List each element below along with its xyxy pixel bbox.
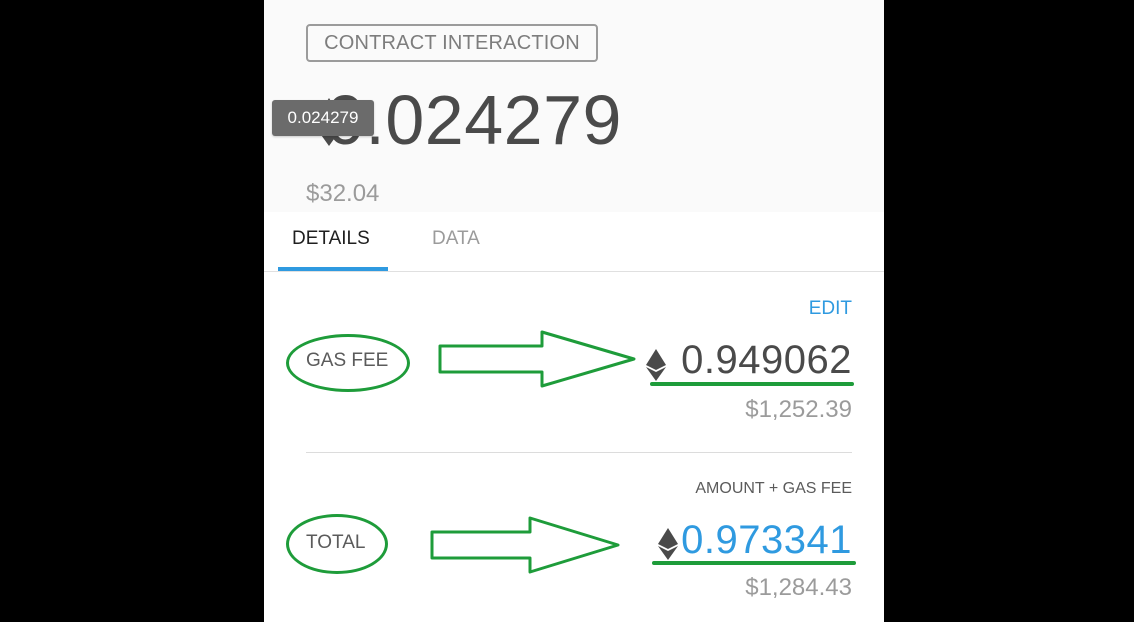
gas-fee-arrow (438, 330, 636, 388)
total-arrow (430, 516, 620, 574)
total-value: 0.973341 (681, 518, 852, 562)
total-label: TOTAL (306, 532, 366, 553)
tab-bar: DETAILS DATA (264, 212, 884, 272)
total-fiat: $1,284.43 (745, 574, 852, 601)
gas-fee-fiat: $1,252.39 (745, 396, 852, 423)
contract-interaction-badge: CONTRACT INTERACTION (306, 24, 598, 62)
gas-fee-value: 0.949062 (681, 338, 852, 382)
transaction-header: CONTRACT INTERACTION 0.024279 0.024279 $… (264, 0, 884, 212)
tab-data[interactable]: DATA (432, 228, 480, 250)
total-subheading: AMOUNT + GAS FEE (695, 480, 852, 497)
gas-fee-underline (650, 382, 854, 386)
amount-tooltip: 0.024279 (272, 100, 374, 136)
confirm-transaction-panel: CONTRACT INTERACTION 0.024279 0.024279 $… (264, 0, 884, 622)
section-divider (306, 452, 852, 453)
edit-gas-button[interactable]: EDIT (809, 298, 852, 320)
total-underline (652, 561, 856, 565)
active-tab-indicator (278, 267, 388, 271)
eth-icon (658, 528, 678, 560)
eth-icon (646, 349, 666, 381)
transaction-amount-fiat: $32.04 (306, 180, 380, 207)
gas-fee-label: GAS FEE (306, 350, 389, 371)
tab-details[interactable]: DETAILS (292, 228, 370, 250)
